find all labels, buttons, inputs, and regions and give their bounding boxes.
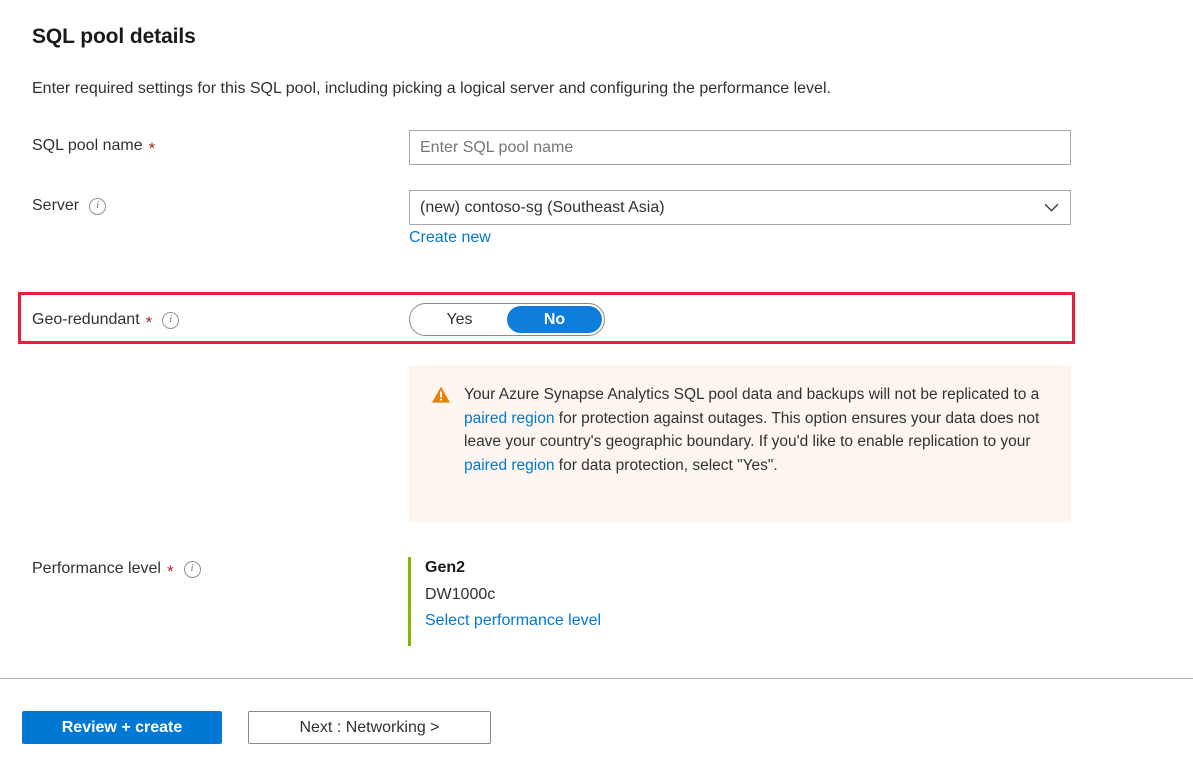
sql-pool-details-page: SQL pool details Enter required settings…	[0, 0, 1193, 760]
performance-level-label-text: Performance level	[32, 560, 161, 578]
warning-triangle-icon	[431, 385, 451, 405]
geo-redundant-label-text: Geo-redundant	[32, 311, 140, 329]
server-label-text: Server	[32, 197, 79, 215]
next-networking-button[interactable]: Next : Networking >	[248, 711, 491, 744]
performance-generation: Gen2	[425, 557, 601, 578]
geo-redundant-warning: Your Azure Synapse Analytics SQL pool da…	[409, 365, 1071, 522]
page-description: Enter required settings for this SQL poo…	[32, 80, 831, 98]
warning-text: Your Azure Synapse Analytics SQL pool da…	[464, 383, 1051, 522]
geo-redundant-toggle[interactable]: Yes No	[409, 303, 605, 336]
sql-pool-name-label: SQL pool name *	[32, 137, 155, 155]
info-icon[interactable]: i	[184, 561, 201, 578]
sql-pool-name-label-text: SQL pool name	[32, 137, 143, 155]
footer-divider	[0, 678, 1193, 679]
chevron-down-icon	[1043, 199, 1060, 216]
required-asterisk: *	[149, 140, 156, 157]
create-new-server-link[interactable]: Create new	[409, 229, 491, 247]
geo-redundant-label: Geo-redundant * i	[32, 311, 179, 329]
select-performance-level-link[interactable]: Select performance level	[425, 612, 601, 630]
page-title: SQL pool details	[32, 25, 196, 49]
info-icon[interactable]: i	[162, 312, 179, 329]
required-asterisk: *	[146, 314, 153, 331]
server-dropdown-value: (new) contoso-sg (Southeast Asia)	[420, 199, 1043, 217]
warning-text-part3: for data protection, select "Yes".	[554, 457, 777, 474]
performance-level-card: Gen2 DW1000c Select performance level	[408, 557, 601, 646]
geo-redundant-option-no[interactable]: No	[507, 306, 602, 333]
paired-region-link-1[interactable]: paired region	[464, 410, 554, 427]
sql-pool-name-input[interactable]	[409, 130, 1071, 165]
paired-region-link-2[interactable]: paired region	[464, 457, 554, 474]
required-asterisk: *	[167, 563, 174, 580]
geo-redundant-option-yes[interactable]: Yes	[412, 306, 507, 333]
performance-level-label: Performance level * i	[32, 560, 201, 578]
info-icon[interactable]: i	[89, 198, 106, 215]
server-label: Server i	[32, 197, 106, 215]
server-dropdown[interactable]: (new) contoso-sg (Southeast Asia)	[409, 190, 1071, 225]
warning-text-part1: Your Azure Synapse Analytics SQL pool da…	[464, 386, 1039, 403]
review-create-button[interactable]: Review + create	[22, 711, 222, 744]
performance-dwu: DW1000c	[425, 584, 601, 605]
